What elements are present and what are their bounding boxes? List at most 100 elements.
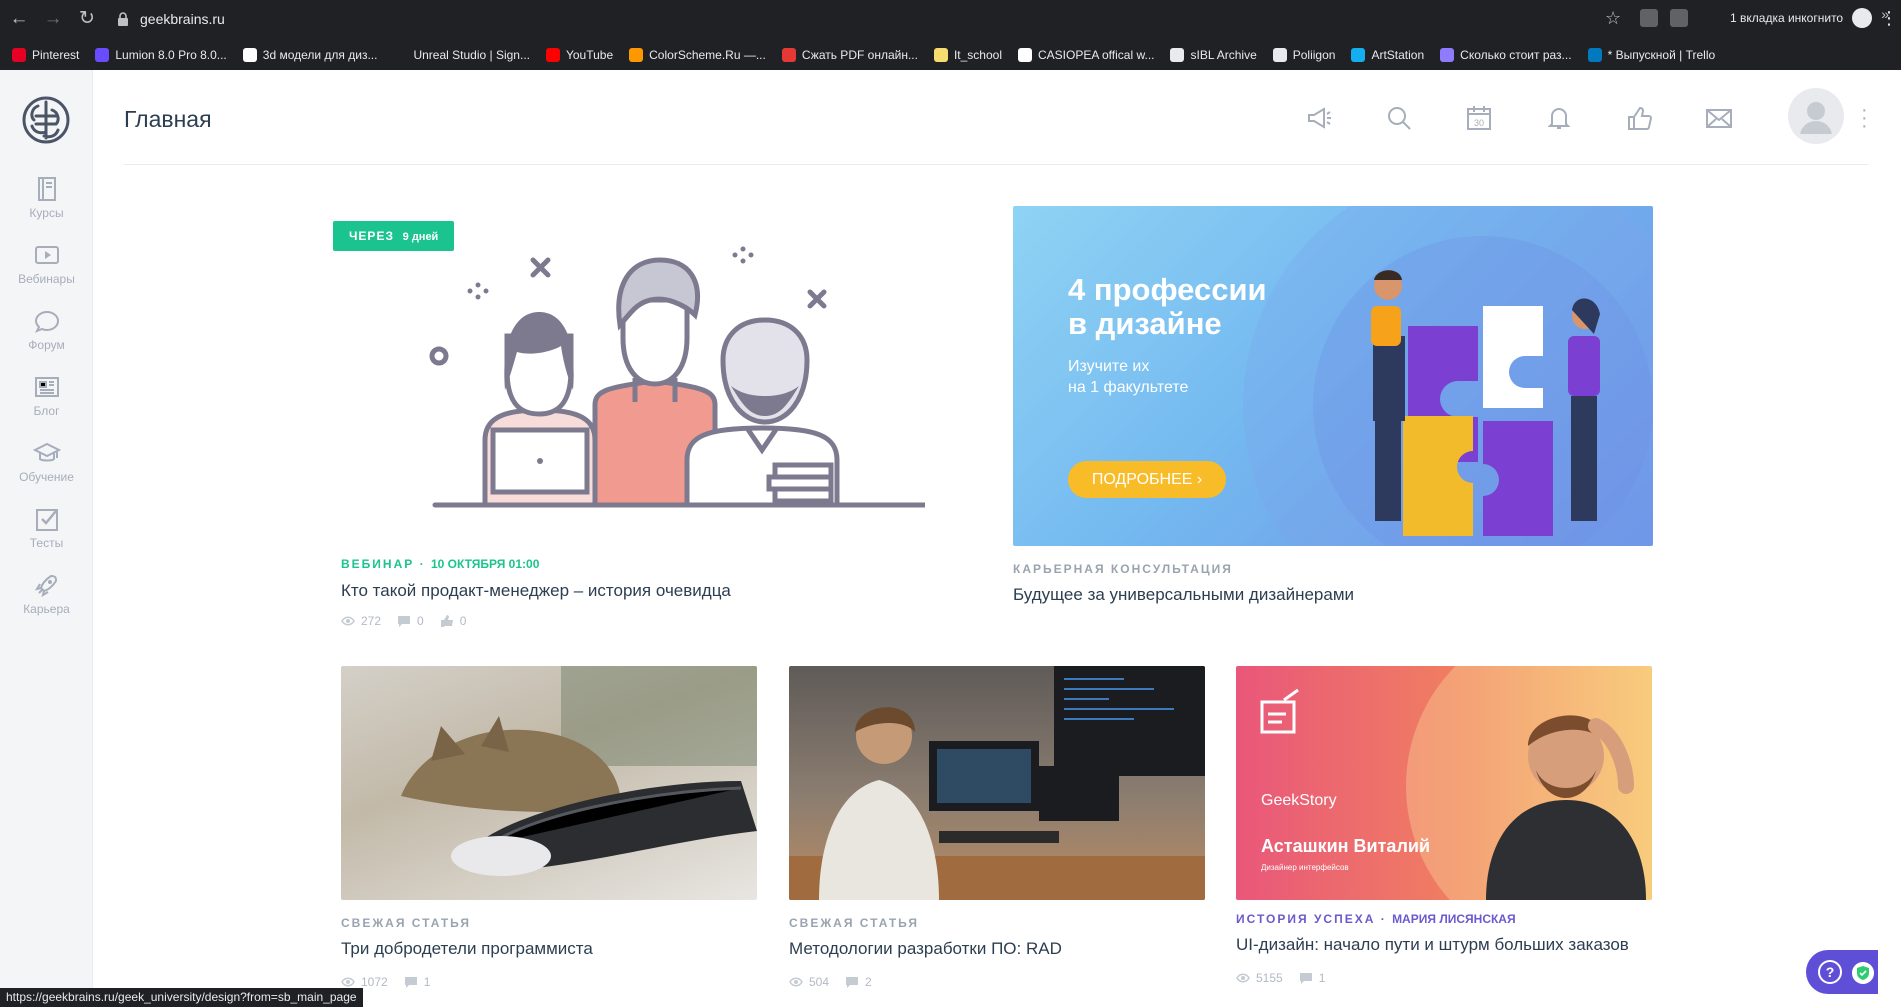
geekstory-photo[interactable]: GeekStory Асташкин Виталий Дизайнер инте… (1236, 666, 1652, 900)
bookmark-item[interactable]: YouTube (545, 48, 614, 62)
sidebar: Курсы Вебинары Форум Блог Обучение Тесты Карье… (0, 70, 93, 1007)
card-3-title[interactable]: UI-дизайн: начало пути и штурм больших з… (1236, 935, 1629, 955)
incognito-label[interactable]: 1 вкладка инкогнито (1730, 11, 1843, 25)
bookmark-label: YouTube (565, 48, 614, 62)
sidebar-item[interactable]: Карьера (0, 571, 93, 631)
address-bar[interactable]: geekbrains.ru (100, 5, 1640, 33)
extension-icon[interactable] (1670, 9, 1688, 27)
bookmark-favicon-icon (933, 48, 948, 62)
card-3-stats: 5155 1 (1236, 971, 1325, 985)
help-widget[interactable]: ? (1806, 950, 1878, 994)
chat-icon (34, 310, 59, 333)
comments-count: 1 (423, 975, 431, 989)
bookmark-favicon-icon (12, 48, 26, 62)
thumbs-up-icon[interactable] (1625, 104, 1653, 132)
calendar-icon[interactable]: 30 (1465, 104, 1493, 132)
promo-category[interactable]: КАРЬЕРНАЯ КОНСУЛЬТАЦИЯ (1013, 562, 1233, 576)
bookmark-item[interactable]: Сжать PDF онлайн... (781, 48, 918, 62)
sidebar-item[interactable]: Форум (0, 307, 93, 367)
avatar[interactable] (1788, 88, 1844, 144)
promo-card-title[interactable]: Будущее за универсальными дизайнерами (1013, 585, 1354, 605)
likes-count: 0 (459, 614, 467, 628)
sidebar-item[interactable]: Блог (0, 373, 93, 433)
bookmark-favicon-icon (1351, 48, 1366, 62)
like-icon (440, 615, 453, 627)
bookmark-favicon-icon (242, 48, 257, 62)
card-3-category[interactable]: ИСТОРИЯ УСПЕХА (1236, 912, 1375, 926)
graduation-cap-icon (32, 442, 61, 462)
comment-icon (846, 977, 859, 988)
badge-prefix: ЧЕРЕЗ (349, 229, 394, 243)
sidebar-item-label: Блог (33, 404, 60, 418)
megaphone-icon[interactable] (1305, 104, 1333, 132)
badge-days: 9 дней (402, 231, 439, 243)
newspaper-icon (34, 377, 59, 397)
help-question-icon[interactable]: ? (1818, 960, 1842, 984)
page-header: Главная 30 · · · (124, 70, 1868, 165)
bookmark-item[interactable]: Lumion 8.0 Pro 8.0... (95, 48, 227, 62)
bookmark-favicon-icon (1017, 48, 1032, 62)
card-2-title[interactable]: Методологии разработки ПО: RAD (789, 939, 1062, 959)
bookmark-item[interactable]: ArtStation (1351, 48, 1424, 62)
forward-icon[interactable]: → (38, 4, 68, 34)
sidebar-item[interactable]: Обучение (0, 439, 93, 499)
reload-icon[interactable]: ↻ (72, 4, 102, 34)
mail-icon[interactable] (1705, 104, 1733, 132)
geekbrains-logo-icon[interactable] (18, 92, 74, 148)
card-3-author[interactable]: Мария Лисянская (1392, 912, 1516, 926)
bookmark-item[interactable]: Pinterest (12, 48, 79, 62)
bell-icon[interactable] (1545, 104, 1573, 132)
bookmark-label: * Выпускной | Trello (1607, 48, 1716, 62)
bookmark-item[interactable]: It_school (933, 48, 1002, 62)
shield-check-icon (1852, 962, 1874, 984)
bookmark-item[interactable]: Сколько стоит раз... (1440, 48, 1572, 62)
sidebar-item-label: Форум (28, 338, 65, 352)
bookmark-item[interactable]: 3d модели для диз... (242, 48, 377, 62)
bookmark-item[interactable]: ColorScheme.Ru —... (629, 48, 766, 62)
bookmark-item[interactable]: sIBL Archive (1170, 48, 1257, 62)
bookmark-item[interactable]: CASIOPEA offical w... (1017, 48, 1154, 62)
bookmark-label: Unreal Studio | Sign... (413, 48, 530, 62)
sidebar-item[interactable]: Курсы (0, 175, 93, 235)
bookmark-item[interactable]: Poliigon (1272, 48, 1336, 62)
card-1-title[interactable]: Три добродетели программиста (341, 939, 593, 959)
eye-icon (341, 616, 355, 626)
sidebar-item[interactable]: Вебинары (0, 241, 93, 301)
incognito-icon[interactable] (1852, 8, 1872, 28)
webinar-illustration[interactable] (425, 240, 925, 515)
bookmark-item[interactable]: * Выпускной | Trello (1587, 48, 1716, 62)
promo-more-button[interactable]: ПОДРОБНЕЕ › (1068, 461, 1226, 498)
bookmark-item[interactable]: Unreal Studio | Sign... (393, 48, 530, 62)
bookmark-label: Poliigon (1292, 48, 1336, 62)
calendar-day-number: 30 (1474, 118, 1484, 128)
featured-category[interactable]: ВЕБИНАР (341, 557, 414, 571)
puzzle-people-illustration (1371, 270, 1600, 536)
sidebar-item-label: Курсы (29, 206, 64, 220)
rocket-icon (34, 574, 57, 598)
views-count: 1072 (361, 975, 388, 989)
more-options-icon[interactable]: · · · (1861, 100, 1868, 136)
search-icon[interactable] (1385, 104, 1413, 132)
bookmark-favicon-icon (393, 48, 408, 62)
back-icon[interactable]: ← (4, 4, 34, 34)
bookmarks-bar: Pinterest Lumion 8.0 Pro 8.0... 3d модели … (0, 40, 1901, 70)
bookmarks-more-icon[interactable]: » (1881, 6, 1889, 22)
camera-extension-icon[interactable] (1640, 9, 1658, 27)
cat-keyboard-photo[interactable] (341, 666, 757, 900)
featured-title[interactable]: Кто такой продакт-менеджер – история оче… (341, 581, 731, 601)
promo-banner[interactable]: 4 профессии в дизайне Изучите их на 1 фа… (1013, 206, 1653, 546)
lock-icon (118, 12, 128, 26)
card-1-category[interactable]: СВЕЖАЯ СТАТЬЯ (341, 916, 471, 930)
geekstory-person-role: Дизайнер интерфейсов (1261, 863, 1349, 872)
views-count: 5155 (1256, 971, 1283, 985)
bookmark-favicon-icon (545, 48, 560, 62)
views-count: 272 (361, 614, 382, 628)
sidebar-item[interactable]: Тесты (0, 505, 93, 565)
card-2-category[interactable]: СВЕЖАЯ СТАТЬЯ (789, 916, 919, 930)
geekstory-label: GeekStory (1261, 792, 1337, 809)
developer-desk-photo[interactable] (789, 666, 1205, 900)
bookmark-star-icon[interactable]: ☆ (1605, 8, 1621, 29)
user-silhouette-icon (1800, 102, 1832, 134)
bookmark-favicon-icon (1170, 48, 1185, 62)
book-icon (37, 177, 56, 201)
